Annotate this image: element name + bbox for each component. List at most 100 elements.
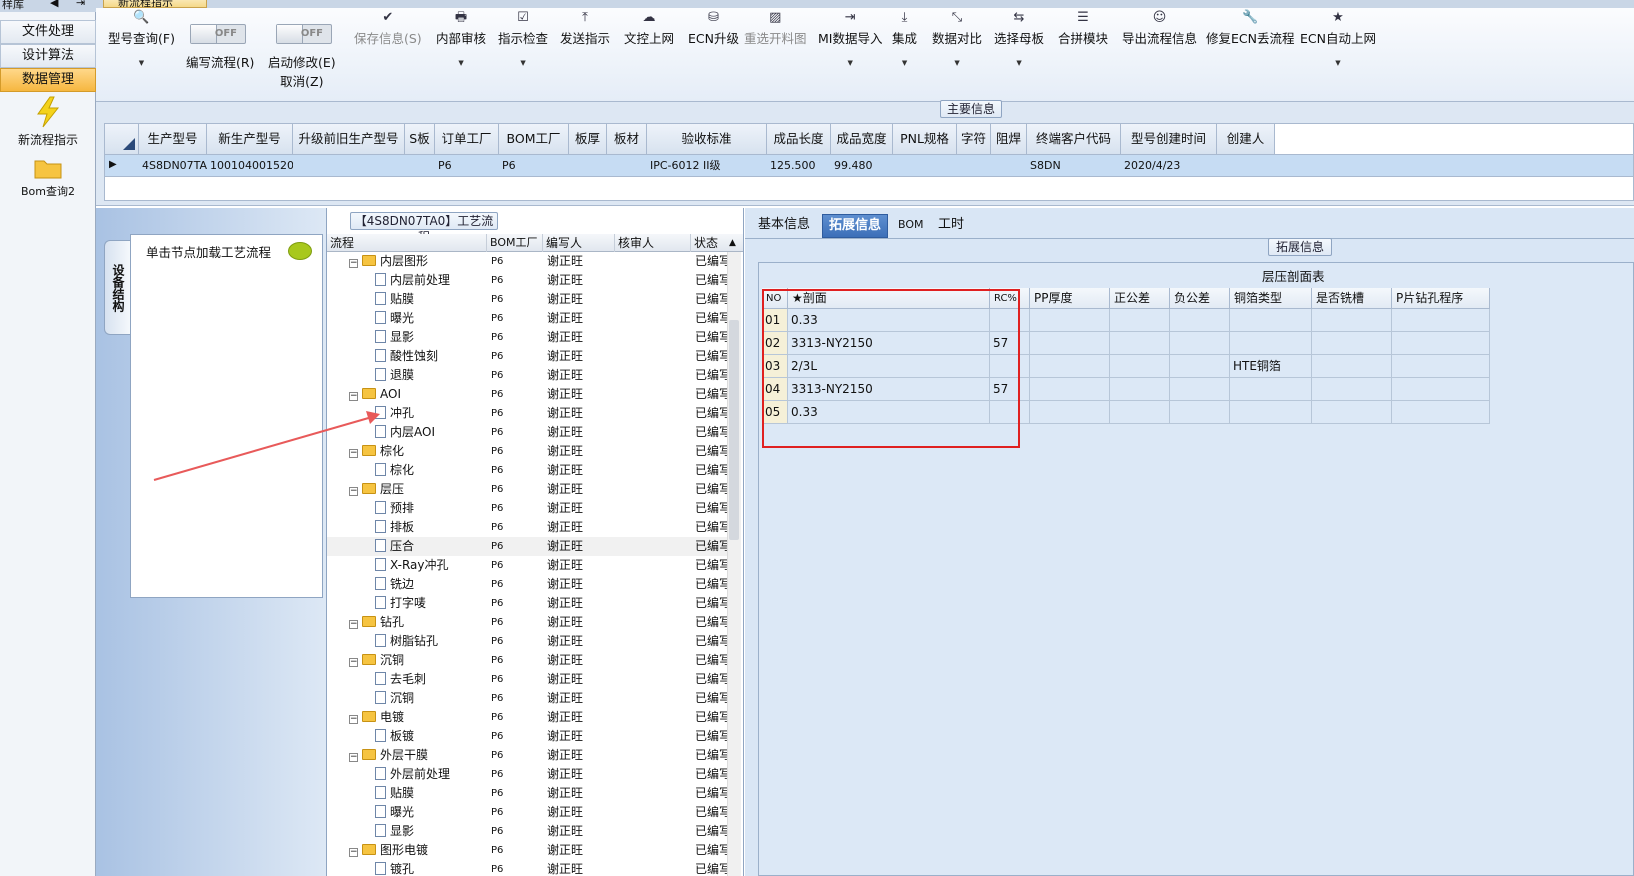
layer-cell[interactable] (1230, 378, 1312, 401)
tree-row[interactable]: 外层前处理 P6 谢正旺 已编写 (327, 765, 727, 784)
layer-col-header[interactable]: 正公差 (1110, 288, 1170, 309)
window-tab[interactable]: 新流程指示 × (103, 0, 207, 8)
main-col-header[interactable]: 板材 (607, 124, 647, 154)
main-col-header[interactable]: S板 (405, 124, 435, 154)
main-col-header[interactable]: 新生产型号 (207, 124, 293, 154)
layer-cell[interactable] (1392, 355, 1490, 378)
layer-col-header[interactable]: PP厚度 (1030, 288, 1110, 309)
toolbar-button-0[interactable]: 🔍 型号查询(F) ▼ (108, 10, 175, 84)
layer-cell[interactable] (1110, 355, 1170, 378)
tree-row[interactable]: 压合 P6 谢正旺 已编写 (327, 537, 727, 556)
dropdown-arrow-icon[interactable]: ▼ (436, 59, 486, 67)
layer-cell[interactable] (1110, 332, 1170, 355)
dropdown-arrow-icon[interactable]: ▼ (994, 59, 1044, 67)
tree-node[interactable]: − 钻孔 (349, 613, 489, 632)
dropdown-arrow-icon[interactable]: ▼ (108, 59, 175, 67)
collapse-icon[interactable]: − (349, 715, 358, 724)
tree-row[interactable]: 内层前处理 P6 谢正旺 已编写 (327, 271, 727, 290)
tree-row[interactable]: 显影 P6 谢正旺 已编写 (327, 328, 727, 347)
dropdown-arrow-icon[interactable]: ▼ (498, 59, 548, 67)
collapse-icon[interactable]: − (349, 658, 358, 667)
layer-cell[interactable] (1312, 401, 1392, 424)
toolbar-button-8[interactable]: ⛁ ECN升级 (688, 10, 739, 84)
tree-row[interactable]: 贴膜 P6 谢正旺 已编写 (327, 290, 727, 309)
main-col-header[interactable]: 创建人 (1217, 124, 1275, 154)
col-writer[interactable]: 编写人 (543, 234, 615, 252)
toolbar-button-15[interactable]: ☺ 导出流程信息 (1122, 10, 1197, 84)
tree-row[interactable]: X-Ray冲孔 P6 谢正旺 已编写 (327, 556, 727, 575)
main-col-header[interactable]: 字符 (957, 124, 991, 154)
toolbar-button-14[interactable]: ☰ 合拼模块 (1058, 10, 1108, 84)
tree-row[interactable]: − 图形电镀 P6 谢正旺 已编写 (327, 841, 727, 860)
layer-cell[interactable] (1312, 355, 1392, 378)
tree-row[interactable]: 曝光 P6 谢正旺 已编写 (327, 309, 727, 328)
layer-cell[interactable] (1030, 309, 1110, 332)
tab-bom[interactable]: BOM (892, 214, 930, 238)
toggle-switch[interactable]: OFF (190, 24, 246, 44)
main-cell[interactable] (957, 155, 991, 177)
tree-node[interactable]: − 沉铜 (349, 651, 489, 670)
main-col-header[interactable]: 成品宽度 (831, 124, 893, 154)
collapse-icon[interactable]: − (349, 487, 358, 496)
main-col-header[interactable]: 订单工厂 (435, 124, 499, 154)
main-cell[interactable]: S8DN (1027, 155, 1121, 177)
tree-row[interactable]: 显影 P6 谢正旺 已编写 (327, 822, 727, 841)
tree-node[interactable]: − AOI (349, 385, 489, 404)
tab-extended-info[interactable]: 拓展信息 (822, 214, 889, 238)
main-col-header[interactable]: PNL规格 (893, 124, 957, 154)
collapse-icon[interactable]: − (349, 620, 358, 629)
toolbar-button-17[interactable]: ★ ECN自动上网 ▼ (1300, 10, 1376, 84)
tree-row[interactable]: 镀孔 P6 谢正旺 已编写 (327, 860, 727, 876)
tree-row[interactable]: − 钻孔 P6 谢正旺 已编写 (327, 613, 727, 632)
layer-cell[interactable] (1110, 401, 1170, 424)
main-cell[interactable] (1217, 155, 1275, 177)
layer-cell[interactable] (1230, 309, 1312, 332)
main-cell[interactable]: P6 (435, 155, 499, 177)
tab-basic-info[interactable]: 基本信息 (752, 214, 816, 238)
tree-row[interactable]: 预排 P6 谢正旺 已编写 (327, 499, 727, 518)
main-cell[interactable] (893, 155, 957, 177)
tree-row[interactable]: − 电镀 P6 谢正旺 已编写 (327, 708, 727, 727)
main-col-header[interactable]: 验收标准 (647, 124, 767, 154)
tree-row[interactable]: 贴膜 P6 谢正旺 已编写 (327, 784, 727, 803)
tree-row[interactable]: − 外层干膜 P6 谢正旺 已编写 (327, 746, 727, 765)
layer-cell[interactable] (1392, 378, 1490, 401)
main-col-header[interactable]: 终端客户代码 (1027, 124, 1121, 154)
nav-tool-bom-query[interactable]: Bom查询2 (0, 156, 96, 199)
layer-cell[interactable] (1110, 378, 1170, 401)
toolbar-button-10[interactable]: ⇥ MI数据导入 ▼ (818, 10, 882, 84)
tree-node[interactable]: − 外层干膜 (349, 746, 489, 765)
nav-tool-new-process[interactable]: 新流程指示 (0, 96, 96, 148)
layer-col-header[interactable]: 铜箔类型 (1230, 288, 1312, 309)
main-info-row[interactable]: ▶ 4S8DN07TA010010400152054 P6P6 IPC-6012 I… (104, 155, 1634, 177)
collapse-icon[interactable]: − (349, 753, 358, 762)
tree-node[interactable]: − 电镀 (349, 708, 489, 727)
exit-icon[interactable]: ⇥ (76, 0, 85, 8)
toolbar-button-11[interactable]: ⤓ 集成 ▼ (892, 10, 917, 84)
toolbar-button-9[interactable]: ▨ 重选开料图 (744, 10, 807, 84)
layer-cell[interactable] (1030, 332, 1110, 355)
collapse-icon[interactable]: − (349, 392, 358, 401)
layer-cell[interactable] (1030, 378, 1110, 401)
layer-col-header[interactable]: P片钻孔程序 (1392, 288, 1490, 309)
layer-cell[interactable] (1030, 355, 1110, 378)
layer-cell[interactable] (1312, 309, 1392, 332)
main-cell[interactable] (293, 155, 405, 177)
nav-item-data[interactable]: 数据管理 (0, 68, 96, 92)
toolbar-button-7[interactable]: ☁ 文控上网 (624, 10, 674, 84)
collapse-icon[interactable]: − (349, 259, 358, 268)
tree-row[interactable]: 板镀 P6 谢正旺 已编写 (327, 727, 727, 746)
toggle-switch[interactable]: OFF (276, 24, 332, 44)
main-cell[interactable] (991, 155, 1027, 177)
main-cell[interactable]: IPC-6012 II级 (647, 155, 767, 177)
layer-cell[interactable] (1230, 332, 1312, 355)
layer-cell[interactable] (1230, 401, 1312, 424)
main-cell[interactable] (569, 155, 607, 177)
nav-item-algorithm[interactable]: 设计算法 (0, 44, 96, 68)
main-col-header[interactable]: BOM工厂 (499, 124, 569, 154)
main-cell[interactable]: 99.480 (831, 155, 893, 177)
tree-row[interactable]: − AOI P6 谢正旺 已编写 (327, 385, 727, 404)
toolbar-button-13[interactable]: ⇆ 选择母板 ▼ (994, 10, 1044, 84)
toolbar-button-6[interactable]: ⤒ 发送指示 (560, 10, 610, 84)
layer-cell[interactable] (1392, 309, 1490, 332)
